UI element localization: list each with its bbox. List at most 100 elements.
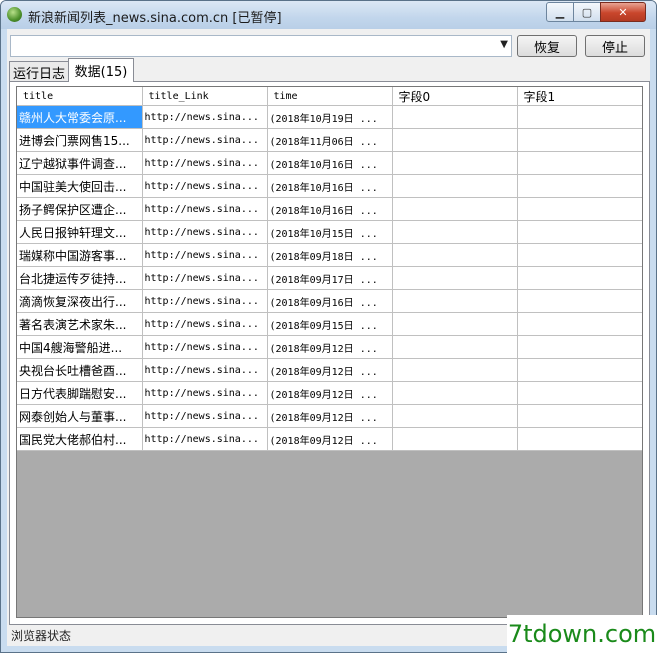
title-bar[interactable]: 新浪新闻列表_news.sina.com.cn [已暂停] ▁ ▢ ✕ [1,1,656,29]
table-cell[interactable]: http://news.sina... [142,174,268,198]
table-cell[interactable]: 赣州人大常委会原... [17,105,143,129]
table-row[interactable]: 滴滴恢复深夜出行... http://news.sina... (2018年09月1… [17,289,642,313]
table-row[interactable]: 进博会门票网售15... http://news.sina... (2018年11月… [17,128,642,152]
table-row[interactable]: 扬子鳄保护区遭企... http://news.sina... (2018年10月1… [17,197,642,221]
tab-run-log[interactable]: 运行日志 [9,61,69,82]
close-button[interactable]: ✕ [600,2,646,22]
column-header-field1[interactable]: 字段1 [517,87,642,106]
stop-button[interactable]: 停止 [585,35,645,57]
table-cell[interactable]: (2018年10月16日 ... [267,151,393,175]
table-cell[interactable]: 扬子鳄保护区遭企... [17,197,143,221]
table-cell[interactable]: http://news.sina... [142,266,268,290]
table-cell[interactable]: (2018年09月17日 ... [267,266,393,290]
table-cell[interactable] [392,335,518,359]
table-cell[interactable] [517,151,642,175]
table-cell[interactable]: http://news.sina... [142,128,268,152]
table-cell[interactable]: 辽宁越狱事件调查... [17,151,143,175]
table-cell[interactable]: (2018年09月12日 ... [267,381,393,405]
table-cell[interactable] [392,404,518,428]
tab-data[interactable]: 数据(15) [68,58,134,82]
table-cell[interactable] [517,335,642,359]
url-combobox[interactable]: ▼ [10,35,512,57]
table-cell[interactable] [517,243,642,267]
table-cell[interactable] [392,358,518,382]
table-cell[interactable] [392,197,518,221]
table-cell[interactable]: 日方代表脚踹慰安... [17,381,143,405]
table-cell[interactable]: 央视台长吐槽爸酉... [17,358,143,382]
table-cell[interactable]: 进博会门票网售15... [17,128,143,152]
column-header-time[interactable]: time [267,87,393,106]
table-cell[interactable] [517,381,642,405]
table-cell[interactable]: http://news.sina... [142,243,268,267]
table-cell[interactable]: 国民党大佬郝伯村... [17,427,143,451]
table-cell[interactable]: (2018年10月16日 ... [267,174,393,198]
table-cell[interactable]: http://news.sina... [142,105,268,129]
table-cell[interactable]: 瑞媒称中国游客事... [17,243,143,267]
table-row[interactable]: 瑞媒称中国游客事... http://news.sina... (2018年09月1… [17,243,642,267]
table-cell[interactable]: 著名表演艺术家朱... [17,312,143,336]
table-cell[interactable]: 网泰创始人与董事... [17,404,143,428]
table-cell[interactable] [517,312,642,336]
table-cell[interactable]: (2018年09月12日 ... [267,335,393,359]
table-row[interactable]: 国民党大佬郝伯村... http://news.sina... (2018年09月1… [17,427,642,451]
table-cell[interactable]: (2018年09月15日 ... [267,312,393,336]
table-cell[interactable] [517,358,642,382]
table-cell[interactable]: (2018年10月16日 ... [267,197,393,221]
restore-button[interactable]: 恢复 [517,35,577,57]
table-cell[interactable] [517,220,642,244]
table-cell[interactable] [392,220,518,244]
table-cell[interactable] [517,197,642,221]
table-cell[interactable]: (2018年09月16日 ... [267,289,393,313]
table-row[interactable]: 著名表演艺术家朱... http://news.sina... (2018年09月1… [17,312,642,336]
table-cell[interactable]: 中国4艘海警船进... [17,335,143,359]
table-cell[interactable]: http://news.sina... [142,151,268,175]
table-cell[interactable]: (2018年09月12日 ... [267,358,393,382]
table-cell[interactable]: (2018年09月12日 ... [267,404,393,428]
table-cell[interactable]: http://news.sina... [142,220,268,244]
table-cell[interactable] [392,105,518,129]
table-cell[interactable] [392,243,518,267]
table-cell[interactable] [517,266,642,290]
table-cell[interactable]: http://news.sina... [142,197,268,221]
table-cell[interactable] [517,105,642,129]
table-cell[interactable] [517,128,642,152]
table-row[interactable]: 中国4艘海警船进... http://news.sina... (2018年09月1… [17,335,642,359]
table-row[interactable]: 中国驻美大使回击... http://news.sina... (2018年10月1… [17,174,642,198]
table-cell[interactable]: 滴滴恢复深夜出行... [17,289,143,313]
table-cell[interactable]: 台北捷运传歹徒持... [17,266,143,290]
table-cell[interactable]: (2018年09月12日 ... [267,427,393,451]
table-row[interactable]: 央视台长吐槽爸酉... http://news.sina... (2018年09月1… [17,358,642,382]
table-cell[interactable] [392,128,518,152]
table-cell[interactable]: (2018年10月19日 ... [267,105,393,129]
table-row[interactable]: 人民日报钟轩理文... http://news.sina... (2018年10月1… [17,220,642,244]
minimize-button[interactable]: ▁ [546,2,574,22]
table-cell[interactable] [517,427,642,451]
column-header-title[interactable]: title [17,87,143,106]
table-row[interactable]: 网泰创始人与董事... http://news.sina... (2018年09月1… [17,404,642,428]
table-cell[interactable]: http://news.sina... [142,427,268,451]
table-cell[interactable] [392,174,518,198]
column-header-title-link[interactable]: title_Link [142,87,268,106]
table-row[interactable]: 日方代表脚踹慰安... http://news.sina... (2018年09月1… [17,381,642,405]
data-grid[interactable]: title title_Link time 字段0 字段1 赣州人大常委会原..… [16,86,643,618]
table-cell[interactable]: http://news.sina... [142,289,268,313]
table-cell[interactable]: (2018年11月06日 ... [267,128,393,152]
table-cell[interactable]: http://news.sina... [142,312,268,336]
table-cell[interactable]: http://news.sina... [142,404,268,428]
table-cell[interactable] [517,174,642,198]
table-cell[interactable]: http://news.sina... [142,358,268,382]
table-cell[interactable] [392,151,518,175]
table-cell[interactable] [517,404,642,428]
column-header-field0[interactable]: 字段0 [392,87,518,106]
table-row[interactable]: 赣州人大常委会原... http://news.sina... (2018年10月1… [17,105,642,129]
dropdown-arrow-icon[interactable]: ▼ [500,39,508,50]
table-cell[interactable] [392,381,518,405]
table-row[interactable]: 台北捷运传歹徒持... http://news.sina... (2018年09月1… [17,266,642,290]
table-cell[interactable]: (2018年10月15日 ... [267,220,393,244]
table-row[interactable]: 辽宁越狱事件调查... http://news.sina... (2018年10月1… [17,151,642,175]
table-cell[interactable] [517,289,642,313]
table-cell[interactable]: http://news.sina... [142,335,268,359]
table-cell[interactable]: 中国驻美大使回击... [17,174,143,198]
table-cell[interactable] [392,289,518,313]
table-cell[interactable]: (2018年09月18日 ... [267,243,393,267]
